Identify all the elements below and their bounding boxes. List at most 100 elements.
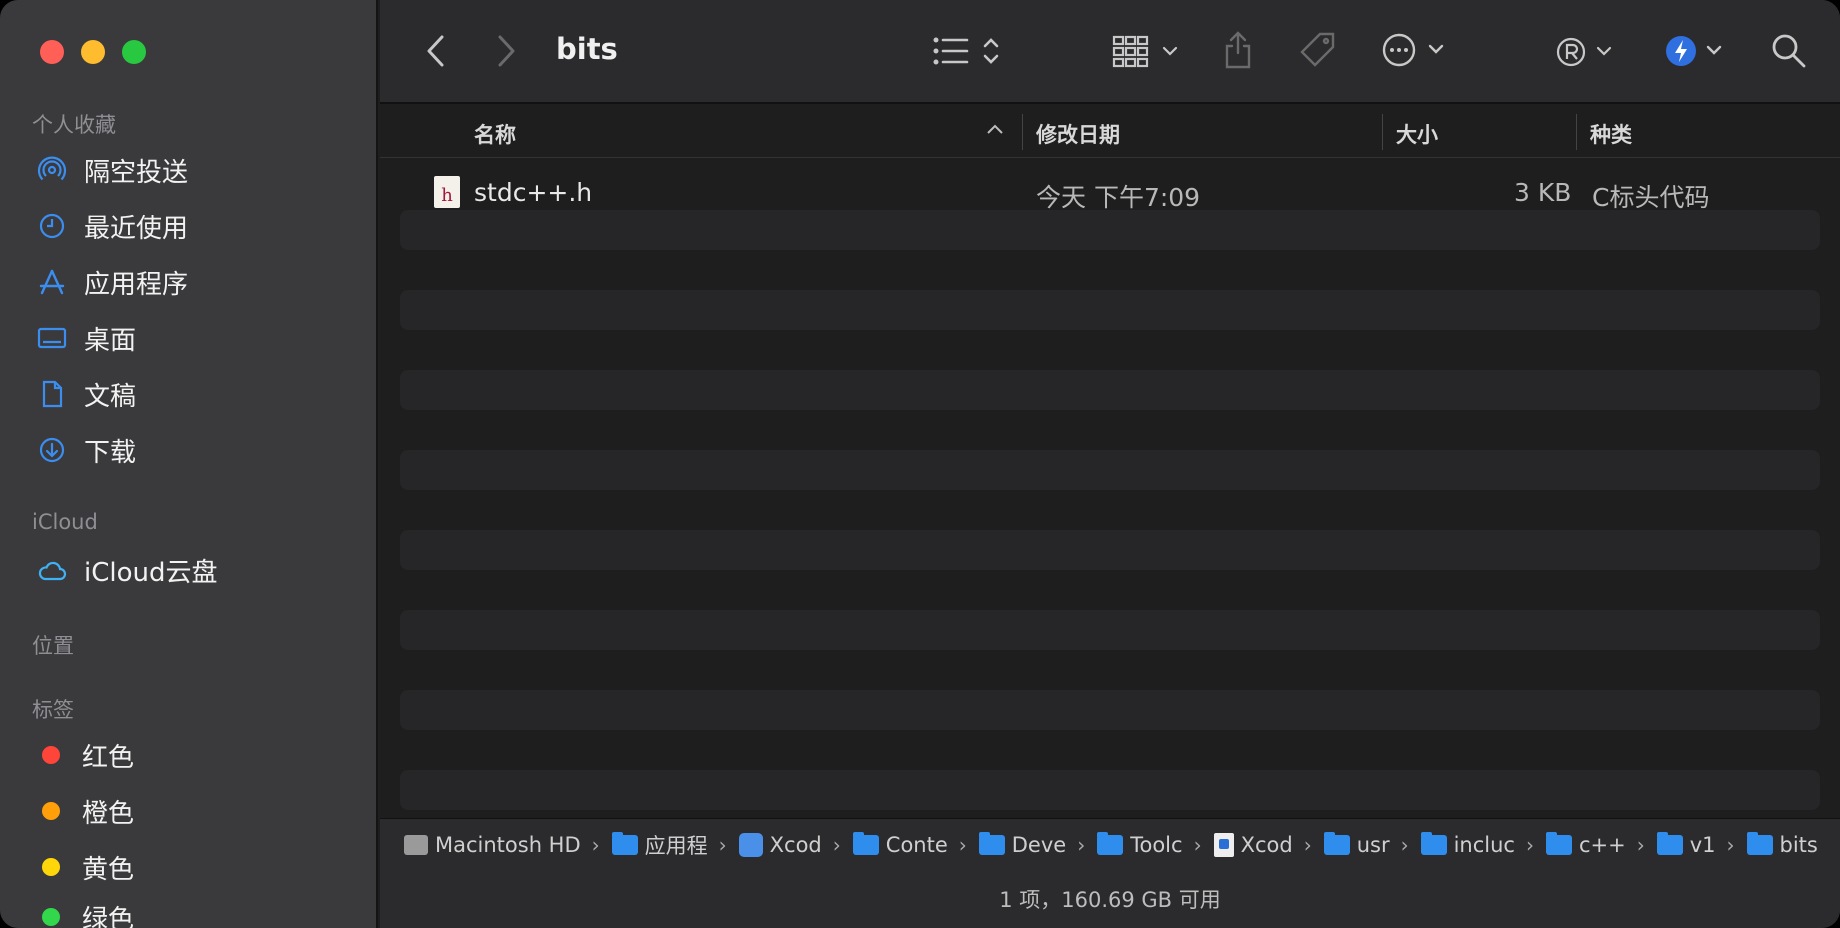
tags-header: 标签 (32, 698, 74, 722)
path-item-macintosh-hd[interactable]: Macintosh HD › (404, 833, 606, 857)
sidebar: 个人收藏 隔空投送 最近使用 应用程序 桌面 文稿 下载 iCloud iClo… (0, 0, 378, 928)
file-modified: 今天 下午7:09 (1036, 183, 1201, 212)
sidebar-item-label: 隔空投送 (84, 157, 189, 188)
xcode-toolchain-icon (1213, 832, 1234, 857)
folder-icon (611, 831, 638, 855)
folder-icon (1097, 831, 1124, 855)
path-item-xcode-toolchain[interactable]: Xcod › (1213, 832, 1318, 857)
sidebar-item-label: 橙色 (82, 798, 135, 829)
sidebar-item-airdrop[interactable]: 隔空投送 (36, 150, 188, 190)
file-size: 3 KB (1514, 178, 1572, 207)
sidebar-item-label: 最近使用 (84, 213, 189, 244)
zoom-button[interactable] (122, 40, 146, 64)
path-item-include[interactable]: incluc › (1420, 831, 1540, 857)
path-item-developer[interactable]: Deve › (978, 831, 1091, 857)
file-list: h stdc++.h 今天 下午7:09 3 KB C标头代码 (380, 158, 1840, 818)
sidebar-item-label: 黄色 (82, 854, 135, 885)
empty-row (400, 610, 1820, 650)
search-icon[interactable] (1770, 32, 1808, 70)
path-item-v1[interactable]: v1 › (1656, 831, 1741, 857)
group-view-button[interactable] (1112, 34, 1184, 68)
window-title: bits (556, 32, 618, 66)
empty-row (400, 690, 1820, 730)
xcode-icon (738, 832, 763, 857)
sidebar-item-desktop[interactable]: 桌面 (36, 318, 136, 358)
path-bar: Macintosh HD › 应用程 › Xcod › Conte › Deve › To… (380, 818, 1840, 870)
sidebar-item-label: 红色 (82, 742, 135, 773)
minimize-button[interactable] (81, 40, 105, 64)
applications-icon (36, 266, 68, 298)
back-button[interactable] (424, 34, 448, 68)
bolt-extension-icon[interactable] (1664, 34, 1728, 68)
folder-icon (1746, 831, 1773, 855)
tag-dot-icon (42, 908, 60, 926)
icloud-header: iCloud (32, 510, 98, 534)
path-item-usr[interactable]: usr › (1323, 831, 1415, 857)
hard-drive-icon (404, 834, 428, 855)
file-name: stdc++.h (474, 178, 593, 207)
finder-window: 个人收藏 隔空投送 最近使用 应用程序 桌面 文稿 下载 iCloud iClo… (0, 0, 1840, 928)
c-header-file-icon: h (434, 176, 460, 208)
action-menu-button[interactable] (1382, 32, 1454, 68)
sidebar-tag-yellow[interactable]: 黄色 (36, 847, 134, 887)
cloud-icon (36, 554, 68, 586)
forward-button[interactable] (494, 34, 518, 68)
registered-extension-icon[interactable] (1556, 36, 1620, 68)
desktop-icon (36, 322, 68, 354)
favorites-header: 个人收藏 (32, 113, 116, 137)
airdrop-icon (36, 154, 68, 186)
empty-row (400, 770, 1820, 810)
sidebar-item-label: 绿色 (82, 904, 135, 928)
path-item-applications[interactable]: 应用程 › (611, 830, 733, 860)
sidebar-tag-green[interactable]: 绿色 (36, 897, 134, 928)
sidebar-item-label: 桌面 (84, 325, 137, 356)
sidebar-item-applications[interactable]: 应用程序 (36, 262, 188, 302)
column-modified[interactable]: 修改日期 (1036, 119, 1120, 149)
main-pane: bits 名称 修改日期 大小 种类 h stdc++.h 今天 下午7:09 … (380, 0, 1840, 928)
folder-icon (1545, 831, 1572, 855)
empty-row (400, 450, 1820, 490)
sort-ascending-icon[interactable] (986, 122, 1004, 136)
column-size[interactable]: 大小 (1396, 119, 1438, 149)
status-text: 1 项，160.69 GB 可用 (999, 888, 1221, 912)
status-bar: 1 项，160.69 GB 可用 (380, 870, 1840, 928)
file-kind: C标头代码 (1592, 183, 1710, 212)
tag-dot-icon (42, 746, 60, 764)
sidebar-item-documents[interactable]: 文稿 (36, 374, 136, 414)
tag-dot-icon (42, 858, 60, 876)
sidebar-item-label: 下载 (84, 437, 137, 468)
sidebar-item-label: iCloud云盘 (84, 557, 218, 588)
empty-row (400, 530, 1820, 570)
path-item-xcode-app[interactable]: Xcod › (738, 832, 847, 857)
sidebar-item-recents[interactable]: 最近使用 (36, 206, 188, 246)
toolbar: bits (380, 0, 1840, 104)
window-controls (40, 40, 146, 64)
empty-row (400, 290, 1820, 330)
empty-row (400, 370, 1820, 410)
column-name[interactable]: 名称 (474, 119, 516, 149)
tag-button[interactable] (1298, 30, 1338, 70)
path-item-cpp[interactable]: c++ › (1545, 831, 1651, 857)
column-header: 名称 修改日期 大小 种类 (380, 106, 1840, 158)
close-button[interactable] (40, 40, 64, 64)
sidebar-tag-red[interactable]: 红色 (36, 735, 134, 775)
sidebar-item-icloud-drive[interactable]: iCloud云盘 (36, 550, 218, 590)
path-item-bits[interactable]: bits (1746, 831, 1818, 857)
share-button[interactable] (1222, 30, 1254, 70)
sidebar-item-downloads[interactable]: 下载 (36, 430, 136, 470)
list-view-button[interactable] (932, 34, 1006, 68)
download-icon (36, 434, 68, 466)
folder-icon (1420, 831, 1447, 855)
document-icon (36, 378, 68, 410)
folder-icon (1656, 831, 1683, 855)
folder-icon (978, 831, 1005, 855)
path-item-contents[interactable]: Conte › (852, 831, 973, 857)
locations-header: 位置 (32, 634, 74, 658)
tag-dot-icon (42, 802, 60, 820)
sidebar-item-label: 应用程序 (84, 269, 189, 300)
clock-icon (36, 210, 68, 242)
empty-row (400, 210, 1820, 250)
path-item-toolchains[interactable]: Toolc › (1097, 831, 1207, 857)
sidebar-tag-orange[interactable]: 橙色 (36, 791, 134, 831)
column-kind[interactable]: 种类 (1590, 119, 1632, 149)
